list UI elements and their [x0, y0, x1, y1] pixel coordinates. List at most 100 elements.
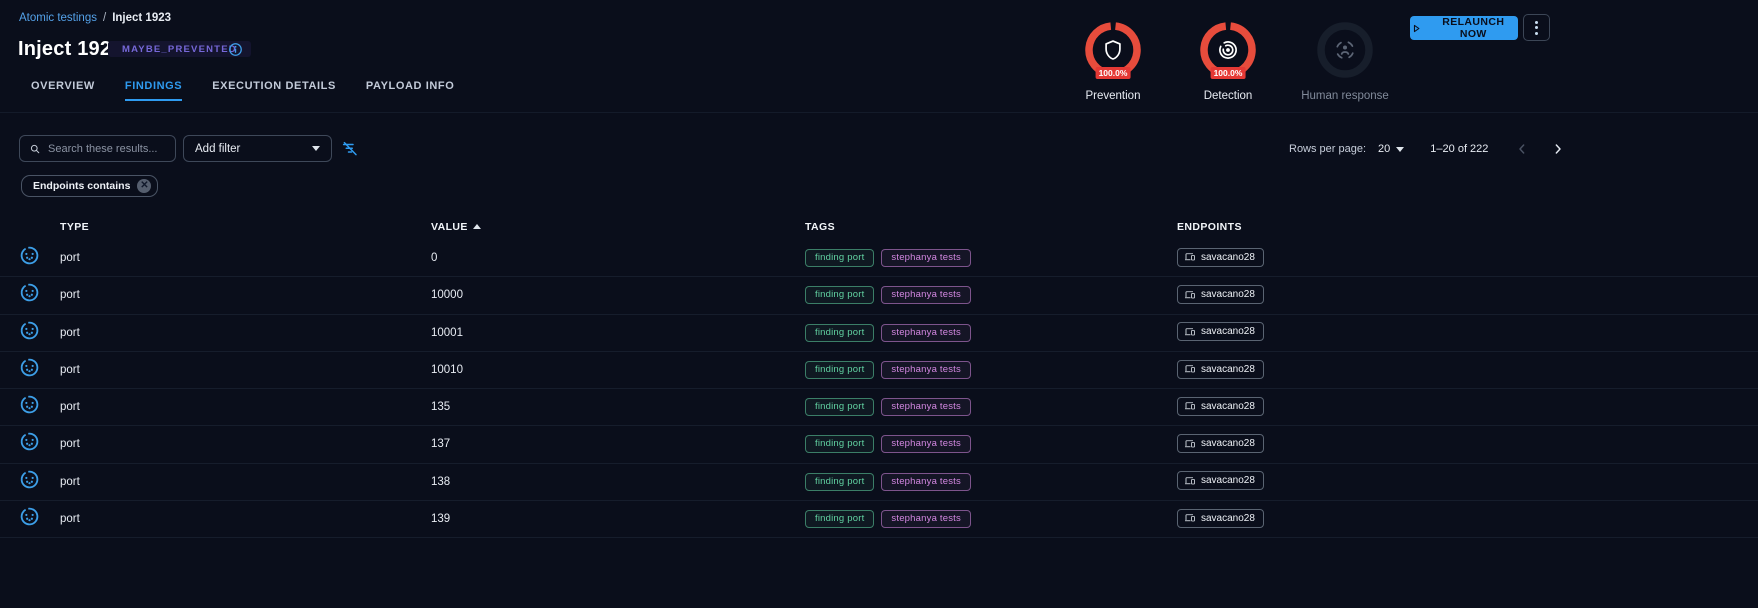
prevention-score-value: 100.0% [1096, 67, 1131, 79]
track-changes-icon [1217, 39, 1239, 61]
row-icon-cell [19, 320, 60, 346]
previous-page-button[interactable] [1512, 139, 1532, 159]
row-icon-cell [19, 245, 60, 271]
finding-endpoints: savacano28 [1177, 248, 1758, 269]
column-header-endpoints[interactable]: ENDPOINTS [1177, 221, 1758, 233]
tab-overview[interactable]: OVERVIEW [31, 80, 95, 101]
table-row[interactable]: port 139 finding portstephanya tests sav… [0, 501, 1758, 538]
finding-value: 10010 [431, 364, 805, 376]
endpoint-chip[interactable]: savacano28 [1177, 248, 1264, 267]
tab-payload-info[interactable]: PAYLOAD INFO [366, 80, 455, 101]
tag-chip[interactable]: stephanya tests [881, 249, 971, 267]
finding-endpoints: savacano28 [1177, 397, 1758, 418]
finding-tags: finding port stephanya tests [805, 286, 1177, 304]
table-row[interactable]: port 10000 finding portstephanya tests s… [0, 277, 1758, 314]
table-row[interactable]: port 137 finding portstephanya tests sav… [0, 426, 1758, 463]
chevron-right-icon [1550, 141, 1566, 157]
port-icon [19, 282, 40, 303]
tag-chip[interactable]: stephanya tests [881, 361, 971, 379]
finding-type: port [60, 364, 431, 376]
breadcrumb-link-atomic-testings[interactable]: Atomic testings [19, 12, 97, 24]
endpoint-name: savacano28 [1201, 363, 1255, 376]
row-icon-cell [19, 506, 60, 532]
tag-chip[interactable]: stephanya tests [881, 473, 971, 491]
human-response-ring [1317, 22, 1373, 78]
tab-execution-details[interactable]: EXECUTION DETAILS [212, 80, 336, 101]
relaunch-now-label: RELAUNCH NOW [1429, 16, 1518, 40]
remove-filter-icon[interactable]: ✕ [137, 179, 151, 193]
row-icon-cell [19, 357, 60, 383]
tag-chip[interactable]: stephanya tests [881, 286, 971, 304]
laptop-icon [1184, 289, 1196, 301]
detection-score-value: 100.0% [1211, 67, 1246, 79]
finding-tags: finding port stephanya tests [805, 435, 1177, 453]
column-header-type[interactable]: TYPE [60, 221, 431, 233]
finding-tags: finding port stephanya tests [805, 249, 1177, 267]
port-icon [19, 245, 40, 266]
endpoint-name: savacano28 [1201, 437, 1255, 450]
relaunch-now-button[interactable]: RELAUNCH NOW [1410, 16, 1518, 40]
endpoint-name: savacano28 [1201, 288, 1255, 301]
tag-chip[interactable]: finding port [805, 398, 874, 416]
finding-type: port [60, 289, 431, 301]
tag-chip[interactable]: stephanya tests [881, 324, 971, 342]
shield-icon [1106, 41, 1120, 59]
endpoint-chip[interactable]: savacano28 [1177, 471, 1264, 490]
rows-per-page-select[interactable]: 20 [1378, 143, 1404, 155]
clear-filters-icon[interactable] [341, 140, 359, 158]
tag-chip[interactable]: finding port [805, 435, 874, 453]
laptop-icon [1184, 438, 1196, 450]
tag-chip[interactable]: stephanya tests [881, 435, 971, 453]
table-row[interactable]: port 135 finding portstephanya tests sav… [0, 389, 1758, 426]
finding-tags: finding port stephanya tests [805, 324, 1177, 342]
tab-bar: OVERVIEW FINDINGS EXECUTION DETAILS PAYL… [31, 80, 454, 101]
endpoint-chip[interactable]: savacano28 [1177, 322, 1264, 341]
endpoint-chip[interactable]: savacano28 [1177, 434, 1264, 453]
play-icon [1410, 22, 1423, 35]
breadcrumb: Atomic testings / Inject 1923 [19, 12, 171, 24]
tag-chip[interactable]: finding port [805, 286, 874, 304]
tag-chip[interactable]: finding port [805, 361, 874, 379]
chevron-left-icon [1514, 141, 1530, 157]
table-row[interactable]: port 138 finding portstephanya tests sav… [0, 464, 1758, 501]
finding-value: 10001 [431, 327, 805, 339]
endpoint-chip[interactable]: savacano28 [1177, 397, 1264, 416]
laptop-icon [1184, 400, 1196, 412]
tag-chip[interactable]: finding port [805, 249, 874, 267]
endpoint-chip[interactable]: savacano28 [1177, 360, 1264, 379]
info-icon[interactable] [228, 42, 243, 57]
tag-chip[interactable]: finding port [805, 324, 874, 342]
table-row[interactable]: port 10010 finding port stephanya tests s… [0, 352, 1758, 389]
add-filter-dropdown[interactable]: Add filter [183, 135, 332, 162]
tab-findings[interactable]: FINDINGS [125, 80, 182, 101]
prevention-score-label: Prevention [1086, 90, 1141, 102]
endpoint-name: savacano28 [1201, 474, 1255, 487]
endpoint-chip[interactable]: savacano28 [1177, 509, 1264, 528]
search-icon [29, 142, 41, 156]
laptop-icon [1184, 251, 1196, 263]
finding-value: 137 [431, 438, 805, 450]
port-icon [19, 469, 40, 490]
endpoint-chip[interactable]: savacano28 [1177, 285, 1264, 304]
finding-value: 139 [431, 513, 805, 525]
more-options-button[interactable] [1523, 14, 1550, 41]
port-icon [19, 320, 40, 341]
column-header-tags[interactable]: TAGS [805, 221, 1177, 233]
table-row[interactable]: port 10001 finding portstephanya tests s… [0, 315, 1758, 352]
human-response-score-label: Human response [1301, 90, 1389, 102]
breadcrumb-separator: / [103, 12, 106, 24]
endpoint-name: savacano28 [1201, 251, 1255, 264]
prevention-score-gauge: 100.0% Prevention [1053, 22, 1173, 102]
tag-chip[interactable]: stephanya tests [881, 510, 971, 528]
tag-chip[interactable]: finding port [805, 473, 874, 491]
column-header-value[interactable]: VALUE [431, 221, 805, 233]
search-input[interactable] [48, 143, 166, 155]
next-page-button[interactable] [1548, 139, 1568, 159]
chevron-down-icon [312, 146, 320, 151]
laptop-icon [1184, 512, 1196, 524]
table-row[interactable]: port 0 finding portstephanya tests savac… [0, 240, 1758, 277]
tag-chip[interactable]: stephanya tests [881, 398, 971, 416]
tag-chip[interactable]: finding port [805, 510, 874, 528]
finding-endpoints: savacano28 [1177, 471, 1758, 492]
active-filter-chip[interactable]: Endpoints contains ✕ [21, 175, 158, 197]
